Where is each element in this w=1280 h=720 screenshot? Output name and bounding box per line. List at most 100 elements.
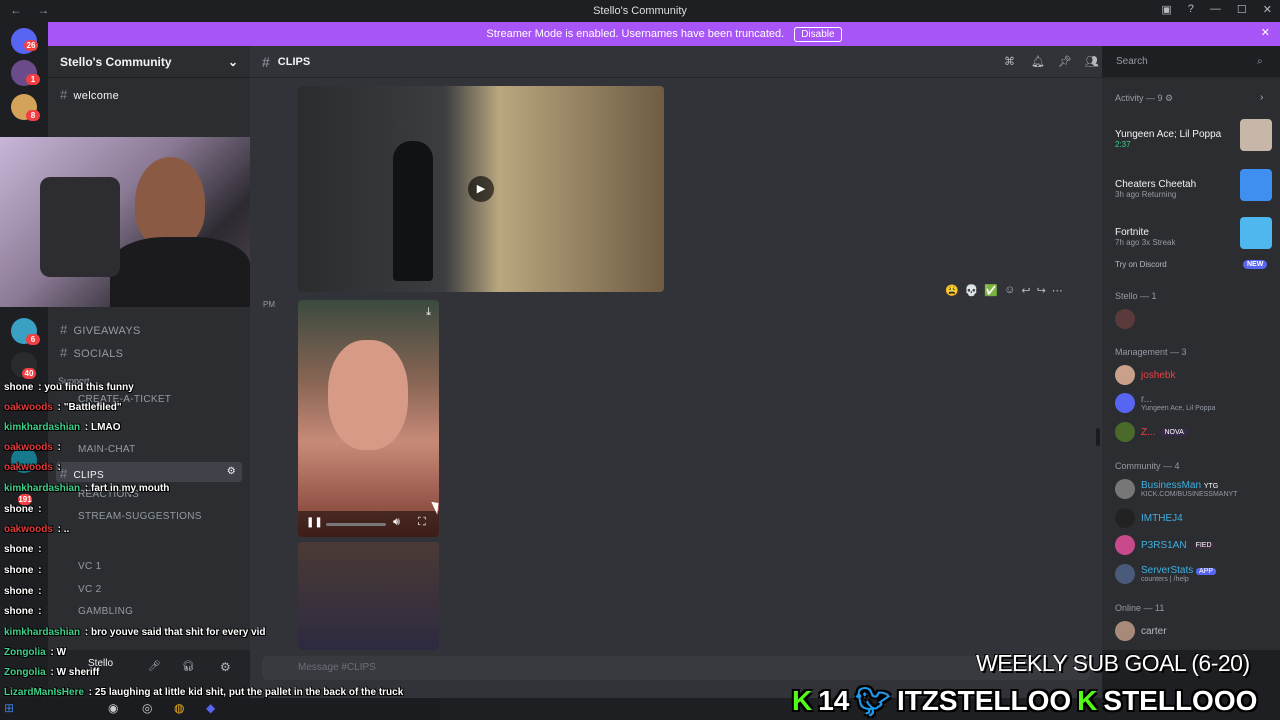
twitter-icon: 🐦︎ <box>855 685 891 717</box>
chat-username: kimkhardashian <box>4 627 81 638</box>
member-name: BusinessMan <box>1141 480 1202 491</box>
scrollbar[interactable] <box>1096 428 1100 446</box>
unread-badge: 6 <box>26 334 40 345</box>
close-window-icon[interactable]: ✕ <box>1263 3 1272 16</box>
chat-line: shone : <box>4 606 42 617</box>
hash-icon: # <box>60 322 68 337</box>
chat-line: oakwoods : <box>4 462 61 473</box>
member-name: P3RS1AN <box>1141 539 1187 551</box>
nav-arrows-icon[interactable]: ← → <box>10 3 55 17</box>
obs-icon[interactable]: ◎ <box>142 701 152 715</box>
channel-giveaways[interactable]: # GIVEAWAYS <box>60 322 141 337</box>
chat-separator: : <box>47 647 57 658</box>
chat-message: "Battlefiled" <box>63 402 122 413</box>
channel-label: welcome <box>73 90 120 102</box>
channel-label: GIVEAWAYS <box>73 325 141 337</box>
avatar <box>1115 564 1135 584</box>
avatar <box>1115 508 1135 528</box>
member-item[interactable] <box>1115 309 1135 329</box>
chrome-icon[interactable]: ◍ <box>174 701 184 715</box>
minimize-icon[interactable]: — <box>1210 3 1221 16</box>
channel-socials[interactable]: # SOCIALS <box>60 345 123 360</box>
bell-icon[interactable]: 🔔︎ <box>1031 55 1045 68</box>
discord-taskbar-icon[interactable]: ◆ <box>206 701 215 715</box>
chat-line: kimkhardashian : LMAO <box>4 422 121 433</box>
member-item[interactable]: carter <box>1115 621 1167 641</box>
album-art <box>1240 119 1272 151</box>
member-item[interactable]: IMTHEJ4 <box>1115 508 1183 528</box>
chat-line: shone : you find this funny <box>4 382 134 393</box>
chat-message: you find this funny <box>44 382 134 393</box>
message-actions: 😩 💀 ✅ ☺ ↩ ↪ ⋯ <box>945 284 1085 302</box>
help-icon[interactable]: ? <box>1188 3 1194 16</box>
skull-reaction-icon[interactable]: 💀 <box>965 284 979 302</box>
emoji-reaction-icon[interactable]: 😩 <box>945 284 959 302</box>
steam-icon[interactable]: ◉ <box>108 701 118 715</box>
member-item[interactable]: Z... NOVA <box>1115 422 1187 442</box>
member-name: IMTHEJ4 <box>1141 512 1183 524</box>
channel-welcome[interactable]: # welcome <box>60 87 119 102</box>
pin-icon[interactable]: 📌︎ <box>1058 55 1072 68</box>
search-input[interactable]: Search <box>1110 53 1273 72</box>
chat-message: W sheriff <box>56 667 100 678</box>
chat-username: oakwoods <box>4 442 53 453</box>
avatar <box>1115 621 1135 641</box>
streamer-face <box>135 157 205 247</box>
member-item[interactable]: r... Yungeen Ace, Lil Poppa <box>1115 393 1215 413</box>
reply-icon[interactable]: ↩ <box>1021 284 1030 302</box>
video-attachment[interactable]: ▶ <box>298 86 664 292</box>
threads-icon[interactable]: ⌘ <box>1004 55 1015 68</box>
title-bar: ← → Stello's Community ▣ ? — ☐ ✕ <box>0 0 1280 22</box>
activity-card[interactable]: Cheaters Cheetah 3h ago Returning <box>1110 165 1276 211</box>
chat-username: Zongolia <box>4 667 46 678</box>
chat-line: shone : <box>4 586 42 597</box>
socials-overlay: K 14 🐦︎ ITZSTELLOO K STELLOOO <box>792 682 1280 720</box>
server-header[interactable]: Stello's Community ⌄ <box>48 46 250 78</box>
forward-icon[interactable]: ↪ <box>1037 284 1046 302</box>
chat-username: shone <box>4 504 34 515</box>
chat-username: shone <box>4 382 34 393</box>
try-on-discord-link[interactable]: Try on Discord <box>1115 260 1167 269</box>
unread-badge: 40 <box>22 368 36 379</box>
member-item[interactable]: P3RS1AN FIED <box>1115 535 1215 555</box>
chat-separator: : <box>54 402 64 413</box>
chat-separator: : <box>35 606 42 617</box>
chat-username: oakwoods <box>4 402 53 413</box>
check-reaction-icon[interactable]: ✅ <box>984 284 998 302</box>
chat-username: shone <box>4 565 34 576</box>
add-reaction-icon[interactable]: ☺ <box>1004 284 1015 302</box>
taskbar: ⊞ ◉ ◎ ◍ ◆ <box>0 698 440 720</box>
hash-icon: # <box>60 345 68 360</box>
chat-line: kimkhardashian : bro youve said that shi… <box>4 627 266 638</box>
chat-separator: : <box>82 483 92 494</box>
gaming-chair <box>40 177 120 277</box>
activity-card[interactable]: Fortnite 7h ago 3x Streak <box>1110 213 1276 259</box>
download-icon[interactable]: ⤓ <box>426 306 431 319</box>
more-icon[interactable]: ⋯ <box>1052 284 1063 302</box>
play-icon[interactable]: ▶ <box>468 176 494 202</box>
avatar <box>1115 393 1135 413</box>
chevron-right-icon[interactable]: › <box>1260 92 1263 103</box>
inbox-icon[interactable]: ▣ <box>1161 3 1171 16</box>
member-item[interactable]: joshebk <box>1115 365 1175 385</box>
twitter-handle: ITZSTELLOO <box>896 685 1072 716</box>
server-name: Stello's Community <box>60 54 172 69</box>
kick-icon: K <box>1077 685 1098 716</box>
activity-header: Activity — 9 ⚙ <box>1115 93 1173 104</box>
message-timestamp: PM <box>263 300 275 309</box>
member-item[interactable]: ServerStats APP counters | /help <box>1115 564 1217 584</box>
gear-icon[interactable]: ⚙ <box>1165 93 1173 103</box>
disable-button[interactable]: Disable <box>794 26 842 42</box>
activity-card[interactable]: Yungeen Ace; Lil Poppa 2:37 <box>1110 115 1276 161</box>
windows-icon[interactable]: ⊞ <box>4 701 14 715</box>
hash-icon: # <box>60 87 68 102</box>
chat-username: shone <box>4 586 34 597</box>
role-header-management: Management — 3 <box>1115 347 1187 357</box>
member-name: r... <box>1141 394 1153 405</box>
member-name: ServerStats <box>1141 565 1194 576</box>
close-banner-icon[interactable]: ✕ <box>1261 26 1270 39</box>
maximize-icon[interactable]: ☐ <box>1237 3 1247 16</box>
member-list-icon[interactable]: 👥︎ <box>1085 55 1099 68</box>
role-header-online: Online — 11 <box>1115 603 1165 613</box>
member-item[interactable]: BusinessMan YTG KICK.COM/BUSINESSMANYT <box>1115 479 1237 499</box>
